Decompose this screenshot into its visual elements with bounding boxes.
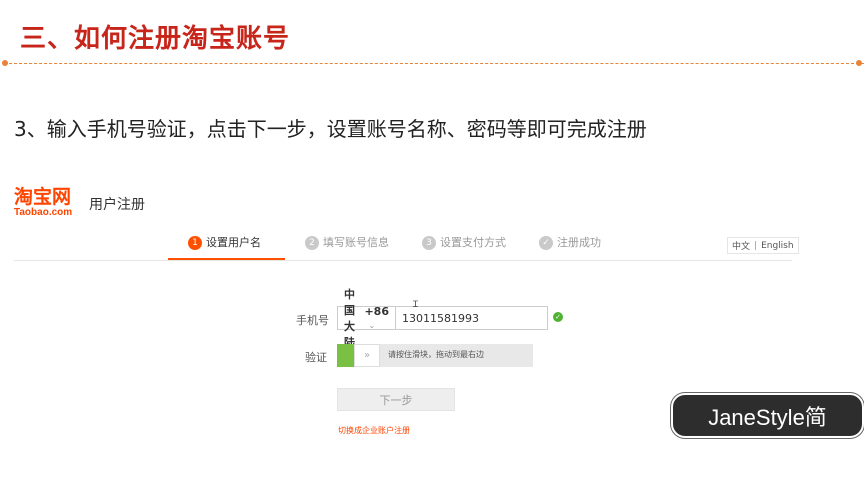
- country-name: 中国大陆: [344, 288, 355, 349]
- step-number-1: 1: [188, 236, 202, 250]
- logo-en-text: Taobao.com: [14, 207, 73, 218]
- check-circle-icon: ✓: [553, 312, 563, 322]
- slide-instruction: 3、输入手机号验证，点击下一步，设置账号名称、密码等即可完成注册: [14, 117, 647, 141]
- step-label: 设置用户名: [206, 236, 261, 249]
- steps-divider: [14, 260, 792, 261]
- taobao-logo[interactable]: 淘宝网 Taobao.com: [14, 186, 73, 219]
- step-account-info: 2 填写账号信息: [285, 234, 402, 260]
- step-success: ✓ 注册成功: [519, 234, 636, 260]
- slide-verify-progress: [337, 344, 354, 367]
- phone-label: 手机号: [296, 314, 329, 327]
- slide-verify-handle[interactable]: »: [354, 344, 380, 367]
- slide-verify-hint: 请按住滑块，拖动到最右边: [388, 350, 484, 359]
- next-step-button[interactable]: 下一步: [337, 388, 455, 411]
- country-select[interactable]: 中国大陆 +86 ⌄: [338, 288, 396, 349]
- text-cursor-icon: Ɪ: [413, 300, 419, 310]
- step-number-3: 3: [422, 236, 436, 250]
- slide-verify-track[interactable]: » 请按住滑块，拖动到最右边: [337, 344, 533, 367]
- step-label: 填写账号信息: [323, 236, 389, 249]
- country-code: +86: [364, 305, 389, 318]
- step-label: 设置支付方式: [440, 236, 506, 249]
- lang-chinese-link[interactable]: 中文: [732, 239, 750, 252]
- check-circle-icon: ✓: [539, 236, 553, 250]
- lang-english-link[interactable]: English: [761, 241, 794, 251]
- divider-dot-right: [856, 60, 862, 66]
- slide-title: 三、如何注册淘宝账号: [20, 24, 291, 54]
- enterprise-register-link[interactable]: 切换成企业账户注册: [338, 425, 410, 436]
- step-payment-method: 3 设置支付方式: [402, 234, 519, 260]
- step-set-username: 1 设置用户名: [168, 234, 285, 260]
- verify-label: 验证: [305, 351, 327, 364]
- title-divider: [4, 63, 864, 64]
- lang-separator: |: [754, 240, 758, 251]
- phone-input[interactable]: [396, 307, 547, 329]
- watermark-badge: JaneStyle简: [671, 393, 864, 438]
- phone-field-group: 中国大陆 +86 ⌄: [337, 288, 548, 349]
- progress-steps: 1 设置用户名 2 填写账号信息 3 设置支付方式 ✓ 注册成功: [168, 234, 636, 260]
- language-switcher: 中文 | English: [727, 237, 799, 254]
- page-heading: 用户注册: [89, 197, 145, 213]
- step-label: 注册成功: [557, 236, 601, 249]
- logo-cn-text: 淘宝网: [14, 186, 72, 208]
- step-number-2: 2: [305, 236, 319, 250]
- chevron-down-icon: ⌄: [368, 321, 376, 330]
